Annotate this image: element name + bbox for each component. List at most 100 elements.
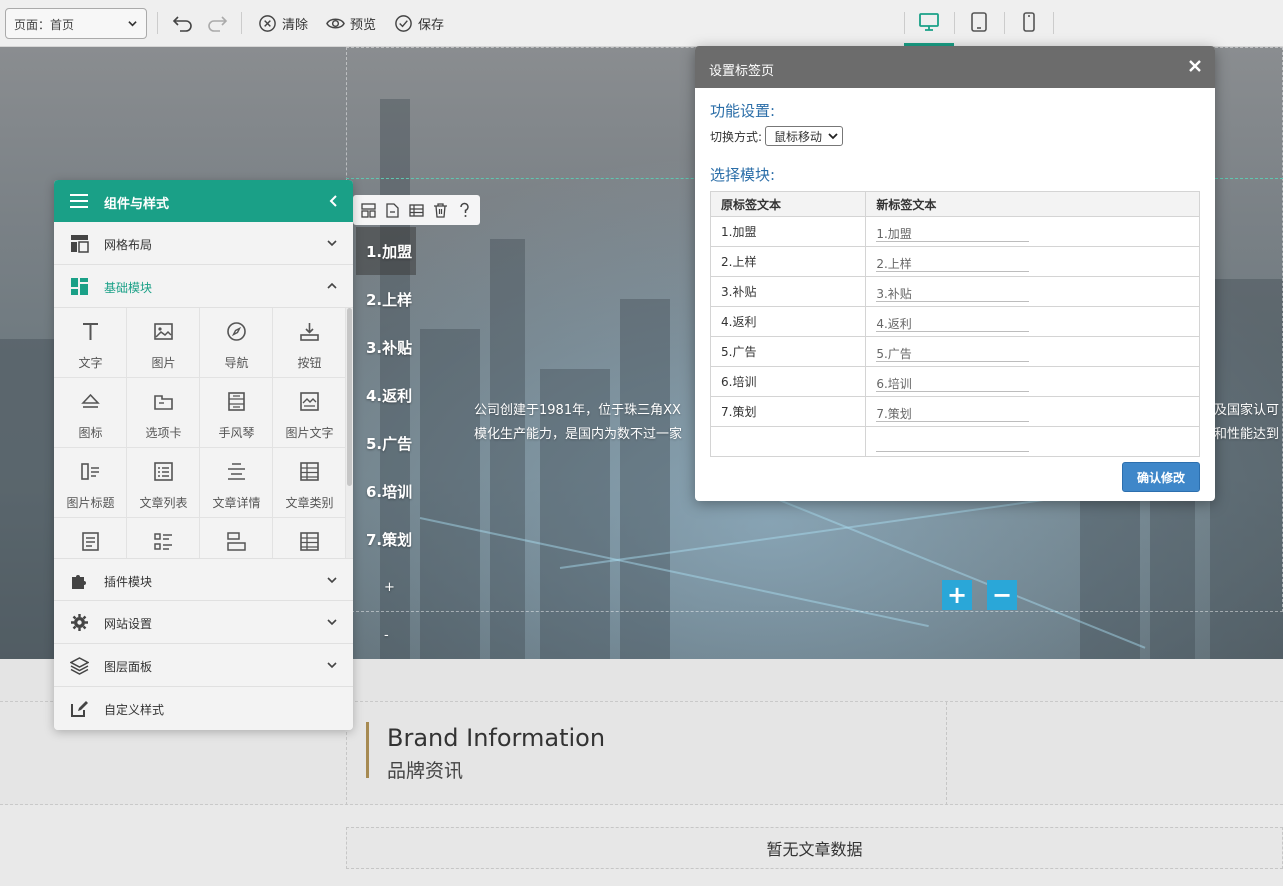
category-table-icon [300, 462, 319, 481]
gear-icon [71, 614, 88, 631]
toolbar-divider [157, 12, 158, 34]
layout-icon[interactable] [360, 202, 377, 219]
component-more[interactable] [127, 518, 200, 558]
trash-icon[interactable] [432, 202, 449, 219]
add-row-button[interactable]: + [942, 580, 972, 610]
compass-icon [227, 322, 246, 341]
component-label: 图片 [151, 356, 176, 370]
settings-table-icon[interactable] [408, 202, 425, 219]
component-article-category[interactable]: 文章类别 [273, 448, 346, 518]
toolbar-divider [1053, 12, 1054, 34]
hero-text-line-2: 模化生产能力，是国内为数不过一家 [474, 427, 683, 442]
component-image[interactable]: 图片 [127, 308, 200, 378]
puzzle-icon [72, 575, 86, 589]
section-plugin-modules[interactable]: 插件模块 [54, 558, 353, 601]
component-icon[interactable]: 图标 [54, 378, 127, 448]
section-basic-modules[interactable]: 基础模块 [54, 265, 353, 308]
add-tab-button[interactable]: + [356, 563, 416, 611]
new-label-input[interactable]: 7.策划 [876, 402, 1030, 422]
chevron-down-icon [327, 662, 337, 669]
tab-item[interactable]: 6.培训 [356, 467, 416, 515]
component-grid-scrollbar[interactable] [346, 308, 353, 558]
mobile-icon[interactable] [1017, 10, 1041, 34]
table-row: 4.返利 4.返利 [709, 306, 1200, 337]
component-article-list[interactable]: 文章列表 [127, 448, 200, 518]
component-image-title[interactable]: 图片标题 [54, 448, 127, 518]
close-icon[interactable] [1187, 58, 1203, 74]
layers-icon [70, 657, 89, 675]
check-circle-icon [395, 14, 412, 32]
panel-header: 组件与样式 [54, 180, 353, 222]
section-grid-layout[interactable]: 网格布局 [54, 222, 353, 265]
article-list-icon [154, 462, 173, 481]
redo-icon[interactable] [206, 12, 228, 34]
new-label-input[interactable]: 2.上样 [876, 252, 1030, 272]
tab-item[interactable]: 4.返利 [356, 371, 416, 419]
eject-icon [81, 393, 100, 408]
original-label-empty [709, 426, 867, 457]
component-article-detail[interactable]: 文章详情 [200, 448, 273, 518]
tab-item[interactable]: 1.加盟 [356, 227, 416, 275]
tablet-icon[interactable] [967, 10, 991, 34]
component-more[interactable] [54, 518, 127, 558]
new-label-input[interactable]: 5.广告 [876, 342, 1030, 362]
undo-icon[interactable] [172, 12, 194, 34]
section-site-settings[interactable]: 网站设置 [54, 601, 353, 644]
remove-row-button[interactable]: − [987, 580, 1017, 610]
toolbar-divider [904, 12, 905, 34]
component-image-text[interactable]: 图片文字 [273, 378, 346, 448]
save-button[interactable]: 保存 [394, 12, 444, 34]
clear-button[interactable]: 清除 [258, 12, 308, 34]
modules-icon [71, 278, 88, 295]
component-label: 按钮 [297, 356, 322, 370]
confirm-button[interactable]: 确认修改 [1122, 462, 1200, 492]
component-more[interactable] [200, 518, 273, 558]
component-accordion[interactable]: 手风琴 [200, 378, 273, 448]
scrollbar-thumb[interactable] [347, 308, 352, 486]
switch-mode-label: 切换方式: [710, 129, 763, 144]
component-label: 图片文字 [285, 426, 334, 440]
table-row: 7.策划 7.策划 [709, 396, 1200, 427]
table-row: 1.加盟 1.加盟 [709, 216, 1200, 247]
tab-item[interactable]: 5.广告 [356, 419, 416, 467]
new-label-input[interactable]: 4.返利 [876, 312, 1030, 332]
component-text[interactable]: 文字 [54, 308, 127, 378]
chevron-down-icon [128, 21, 137, 27]
tab-label-table: 原标签文本 新标签文本 1.加盟 1.加盟 2.上样 2.上样 3.补贴 3.补… [709, 191, 1200, 457]
new-label-input[interactable]: 1.加盟 [876, 222, 1030, 242]
tab-item[interactable]: 3.补贴 [356, 323, 416, 371]
document-icon [82, 532, 99, 551]
brand-heading-cell[interactable]: Brand Information 品牌资讯 [346, 702, 947, 805]
tab-settings-dialog: 设置标签页 功能设置: 切换方式: 鼠标移动 选择模块: 原标签文本 新标签文本… [695, 46, 1215, 501]
toolbar-divider [954, 12, 955, 34]
tab-item[interactable]: 7.策划 [356, 515, 416, 563]
tab-item[interactable]: 2.上样 [356, 275, 416, 323]
section-custom-style[interactable]: 自定义样式 [54, 687, 353, 730]
component-more[interactable] [273, 518, 346, 558]
new-label-input[interactable]: 6.培训 [876, 372, 1030, 392]
preview-button[interactable]: 预览 [326, 12, 376, 34]
component-label: 文字 [78, 356, 103, 370]
help-icon[interactable] [456, 202, 473, 219]
new-label-input-empty[interactable] [876, 432, 1030, 452]
component-label: 文章列表 [139, 496, 188, 510]
vertical-tab-list: 1.加盟 2.上样 3.补贴 4.返利 5.广告 6.培训 7.策划 + - [356, 227, 416, 659]
remove-tab-button[interactable]: - [356, 611, 416, 659]
new-label-input[interactable]: 3.补贴 [876, 282, 1030, 302]
component-label: 导航 [224, 356, 249, 370]
chevron-down-icon [327, 577, 337, 584]
save-label: 保存 [418, 17, 445, 33]
table-row: 2.上样 2.上样 [709, 246, 1200, 277]
desktop-icon[interactable] [917, 10, 941, 34]
section-layer-panel[interactable]: 图层面板 [54, 644, 353, 687]
component-nav[interactable]: 导航 [200, 308, 273, 378]
component-button[interactable]: 按钮 [273, 308, 346, 378]
select-module-title: 选择模块: [710, 166, 776, 184]
switch-mode-select[interactable]: 鼠标移动 [765, 126, 844, 146]
chevron-left-icon[interactable] [327, 194, 339, 208]
copy-icon[interactable] [384, 202, 401, 219]
menu-icon[interactable] [70, 193, 88, 209]
component-tabs[interactable]: 选项卡 [127, 378, 200, 448]
original-label: 1.加盟 [709, 216, 867, 247]
page-select[interactable]: 页面：首页 [5, 8, 147, 39]
